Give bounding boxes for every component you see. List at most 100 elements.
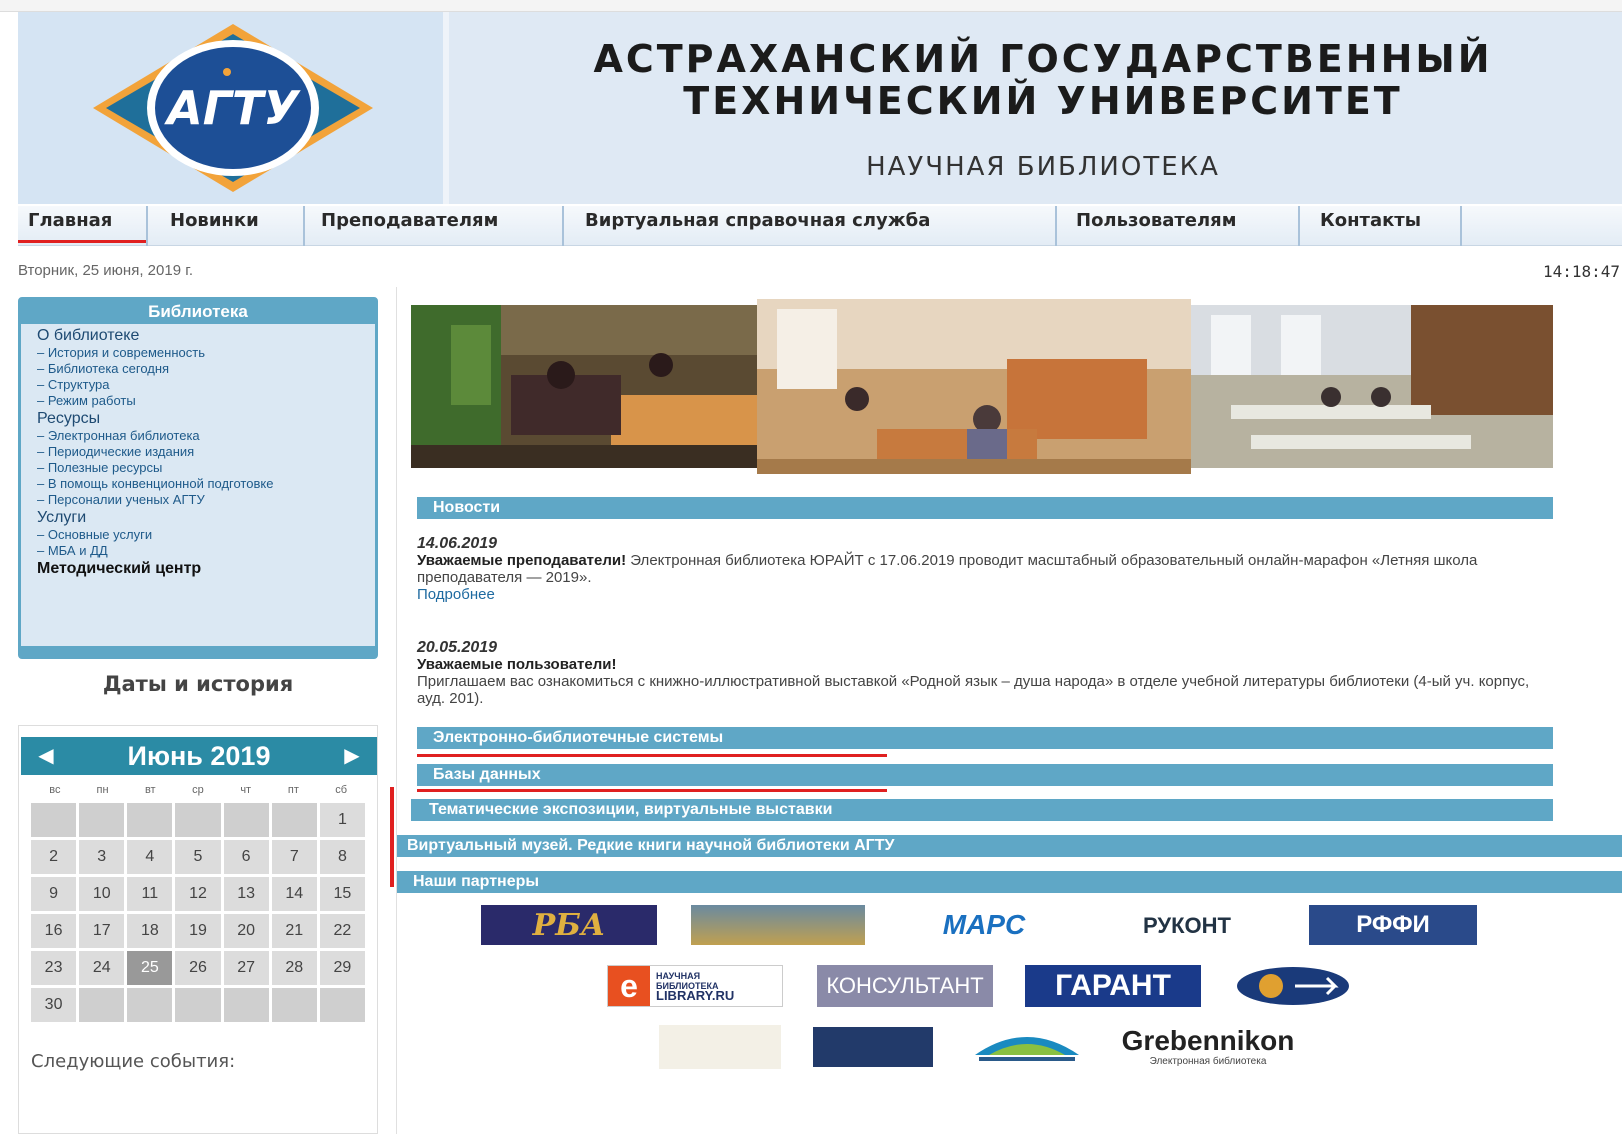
nav-item-teachers[interactable]: Преподавателям — [311, 206, 564, 246]
university-logo[interactable]: АГТУ — [18, 12, 443, 204]
sidebar-menu-item[interactable]: О библиотеке — [37, 326, 373, 345]
calendar-month-title: Июнь 2019 — [127, 741, 271, 771]
calendar-day[interactable]: 2 — [31, 840, 77, 874]
partner-rba-logo[interactable]: РБА — [481, 905, 657, 945]
calendar-day[interactable]: 10 — [79, 877, 125, 911]
weekday-label: чт — [240, 784, 252, 796]
calendar-day[interactable]: 1 — [319, 803, 365, 837]
weekday-label: вт — [144, 784, 156, 796]
calendar-day[interactable]: 27 — [223, 951, 269, 985]
partner-grebennikon-logo[interactable]: Grebennikon Электронная библиотека — [1117, 1023, 1299, 1071]
calendar-day[interactable]: 7 — [271, 840, 317, 874]
news-date: 20.05.2019 — [417, 639, 498, 656]
calendar-day[interactable]: 9 — [31, 877, 77, 911]
sidebar-menu-item[interactable]: – История и современность — [37, 345, 373, 361]
calendar-week: 30 — [31, 988, 365, 1022]
partner-logo-2[interactable] — [691, 905, 865, 945]
calendar-day[interactable]: 30 — [31, 988, 77, 1022]
calendar-day[interactable]: 26 — [175, 951, 221, 985]
calendar-day[interactable]: 17 — [79, 914, 125, 948]
calendar-day[interactable]: 23 — [31, 951, 77, 985]
elibrary-text: НАУЧНАЯ БИБЛИОТЕКА LIBRARY.RU — [656, 971, 734, 1002]
partner-globe-logo[interactable] — [1235, 965, 1351, 1007]
calendar-empty-cell — [271, 988, 317, 1022]
news-item-1: 14.06.2019 Уважаемые преподаватели! Элек… — [417, 535, 1553, 603]
calendar-day[interactable]: 25 — [127, 951, 173, 985]
weekday-label: сб — [335, 784, 348, 796]
nav-item-virtual-help[interactable]: Виртуальная справочная служба — [575, 206, 1057, 246]
exhibitions-section-link[interactable]: Тематические экспозиции, виртуальные выс… — [411, 799, 1553, 821]
next-month-icon[interactable]: ▶ — [337, 737, 367, 775]
calendar-day[interactable]: 11 — [127, 877, 173, 911]
elibrary-line1: НАУЧНАЯ — [656, 971, 701, 981]
partner-konsultant-logo[interactable]: КОНСУЛЬТАНТ — [817, 965, 993, 1007]
ebs-section-link[interactable]: Электронно-библиотечные системы — [417, 727, 1553, 749]
sidebar-menu-item[interactable]: – МБА и ДД — [37, 543, 373, 559]
calendar-empty-cell — [175, 988, 221, 1022]
calendar-day[interactable]: 13 — [223, 877, 269, 911]
sidebar-menu-item[interactable]: Услуги — [37, 508, 373, 527]
calendar-day[interactable]: 4 — [127, 840, 173, 874]
nav-item-contacts[interactable]: Контакты — [1310, 206, 1462, 246]
calendar-day[interactable]: 14 — [271, 877, 317, 911]
virtual-museum-section-link[interactable]: Виртуальный музей. Редкие книги научной … — [397, 835, 1622, 857]
nav-item-new[interactable]: Новинки — [160, 206, 305, 246]
sidebar-menu-item[interactable]: – Полезные ресурсы — [37, 460, 373, 476]
grebennikon-title: Grebennikon — [1121, 1025, 1295, 1056]
calendar-day[interactable]: 15 — [319, 877, 365, 911]
calendar-day[interactable]: 6 — [223, 840, 269, 874]
sidebar-menu-item[interactable]: – Библиотека сегодня — [37, 361, 373, 377]
calendar-day[interactable]: 3 — [79, 840, 125, 874]
calendar-day[interactable]: 21 — [271, 914, 317, 948]
partner-rukont-logo[interactable]: РУКОНТ — [1101, 907, 1273, 945]
reading-room-photo-2 — [757, 299, 1191, 474]
weekday-label: ср — [192, 784, 204, 796]
calendar-day[interactable]: 28 — [271, 951, 317, 985]
calendar-empty-cell — [175, 803, 221, 837]
nav-item-home[interactable]: Главная — [18, 206, 148, 246]
reading-room-photo-1 — [411, 305, 759, 468]
partner-logo-polpred[interactable] — [659, 1025, 781, 1069]
partner-garant-logo[interactable]: ГАРАНТ — [1025, 965, 1201, 1007]
sidebar-menu-item[interactable]: – Электронная библиотека — [37, 428, 373, 444]
calendar-day[interactable]: 22 — [319, 914, 365, 948]
partner-rffi-logo[interactable]: РФФИ — [1309, 905, 1477, 945]
calendar-day[interactable]: 20 — [223, 914, 269, 948]
main-content: Новости 14.06.2019 Уважаемые преподавате… — [396, 287, 1622, 1134]
calendar-week: 2345678 — [31, 840, 365, 874]
calendar-empty-cell — [271, 803, 317, 837]
sidebar-menu-item[interactable]: Ресурсы — [37, 409, 373, 428]
calendar-day[interactable]: 19 — [175, 914, 221, 948]
sidebar-menu-item[interactable]: – Структура — [37, 377, 373, 393]
calendar-day[interactable]: 24 — [79, 951, 125, 985]
partner-mars-logo[interactable]: МАРС — [909, 903, 1059, 947]
calendar-grid: вс пн вт ср чт пт сб 1 2 3 4 5 6 7 8 9 10 11 12 13 14 15 16 17… — [31, 784, 365, 1022]
calendar-empty-cell — [127, 988, 173, 1022]
calendar-day[interactable]: 8 — [319, 840, 365, 874]
calendar-header: ◀ Июнь 2019 ▶ — [21, 737, 377, 775]
logo-area: АГТУ — [18, 12, 443, 204]
calendar-day[interactable]: 29 — [319, 951, 365, 985]
sidebar-menu-list: О библиотеке – История и современность – Б… — [37, 326, 373, 579]
sidebar-menu-item[interactable]: – Периодические издания — [37, 444, 373, 460]
partner-elibrary-logo[interactable]: e НАУЧНАЯ БИБЛИОТЕКА LIBRARY.RU — [607, 965, 783, 1007]
red-marker — [390, 787, 394, 887]
sidebar-menu-item[interactable]: Методический центр — [37, 559, 373, 579]
partner-logo-dark[interactable] — [813, 1027, 933, 1067]
weekday-label: пт — [287, 784, 299, 796]
reading-room-photo-3 — [1191, 305, 1553, 468]
databases-section-link[interactable]: Базы данных — [417, 764, 1553, 786]
read-more-link[interactable]: Подробнее — [417, 586, 1553, 603]
sidebar-menu-item[interactable]: – Режим работы — [37, 393, 373, 409]
calendar-day[interactable]: 12 — [175, 877, 221, 911]
calendar-day[interactable]: 18 — [127, 914, 173, 948]
sidebar-menu-item[interactable]: – В помощь конвенционной подготовке — [37, 476, 373, 492]
library-photo-banner — [411, 299, 1553, 484]
calendar-day[interactable]: 5 — [175, 840, 221, 874]
calendar-day[interactable]: 16 — [31, 914, 77, 948]
partner-logo-books[interactable] — [969, 1025, 1085, 1069]
nav-item-users[interactable]: Пользователям — [1066, 206, 1300, 246]
sidebar-menu-item[interactable]: – Персоналии ученых АГТУ — [37, 492, 373, 508]
calendar-empty-cell — [79, 803, 125, 837]
sidebar-menu-item[interactable]: – Основные услуги — [37, 527, 373, 543]
